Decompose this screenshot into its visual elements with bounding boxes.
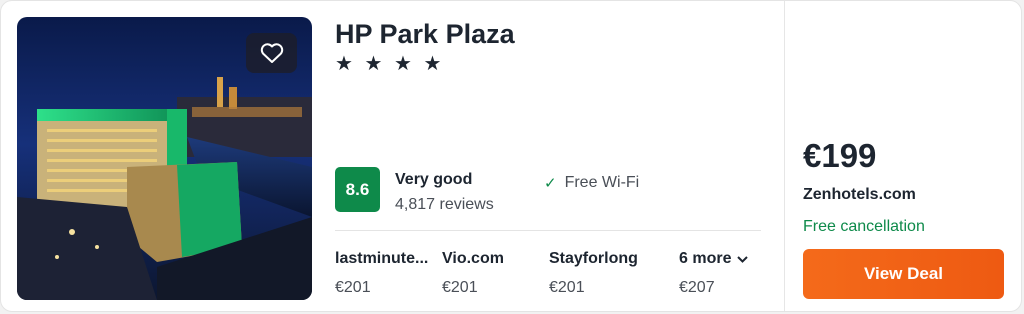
check-icon: ✓	[544, 175, 557, 192]
amenity-wifi: ✓ Free Wi-Fi	[544, 174, 639, 192]
free-cancellation-label: Free cancellation	[803, 218, 925, 235]
heart-icon	[260, 43, 283, 63]
chevron-down-icon	[737, 252, 749, 266]
provider-offer[interactable]: Vio.com €201	[442, 250, 562, 297]
rating-label: Very good	[395, 171, 473, 188]
provider-name: Vio.com	[442, 250, 504, 267]
provider-price: €207	[679, 279, 715, 296]
view-deal-button[interactable]: View Deal	[803, 249, 1004, 299]
deal-price: €199	[803, 137, 877, 174]
provider-name: lastminute...	[335, 250, 429, 267]
amenity-label: Free Wi-Fi	[564, 174, 640, 191]
more-providers-toggle[interactable]: 6 more €207	[679, 250, 769, 297]
provider-price: €201	[549, 279, 585, 296]
divider	[335, 230, 761, 231]
review-count[interactable]: 4,817 reviews	[395, 196, 494, 214]
column-separator	[784, 1, 785, 311]
hotel-name[interactable]: HP Park Plaza	[335, 19, 515, 50]
provider-offer[interactable]: lastminute... €201	[335, 250, 455, 297]
rating-score-badge: 8.6	[335, 167, 380, 212]
more-providers-label: 6 more	[679, 250, 732, 267]
hotel-card[interactable]: HP Park Plaza ★ ★ ★ ★ 8.6 Very good 4,81…	[0, 0, 1022, 312]
provider-price: €201	[442, 279, 478, 296]
star-rating: ★ ★ ★ ★	[335, 53, 445, 75]
provider-price: €201	[335, 279, 371, 296]
provider-name: Stayforlong	[549, 250, 638, 267]
favorite-button[interactable]	[246, 33, 297, 73]
hotel-photo[interactable]	[17, 17, 312, 300]
provider-offer[interactable]: Stayforlong €201	[549, 250, 669, 297]
deal-provider: Zenhotels.com	[803, 186, 916, 203]
